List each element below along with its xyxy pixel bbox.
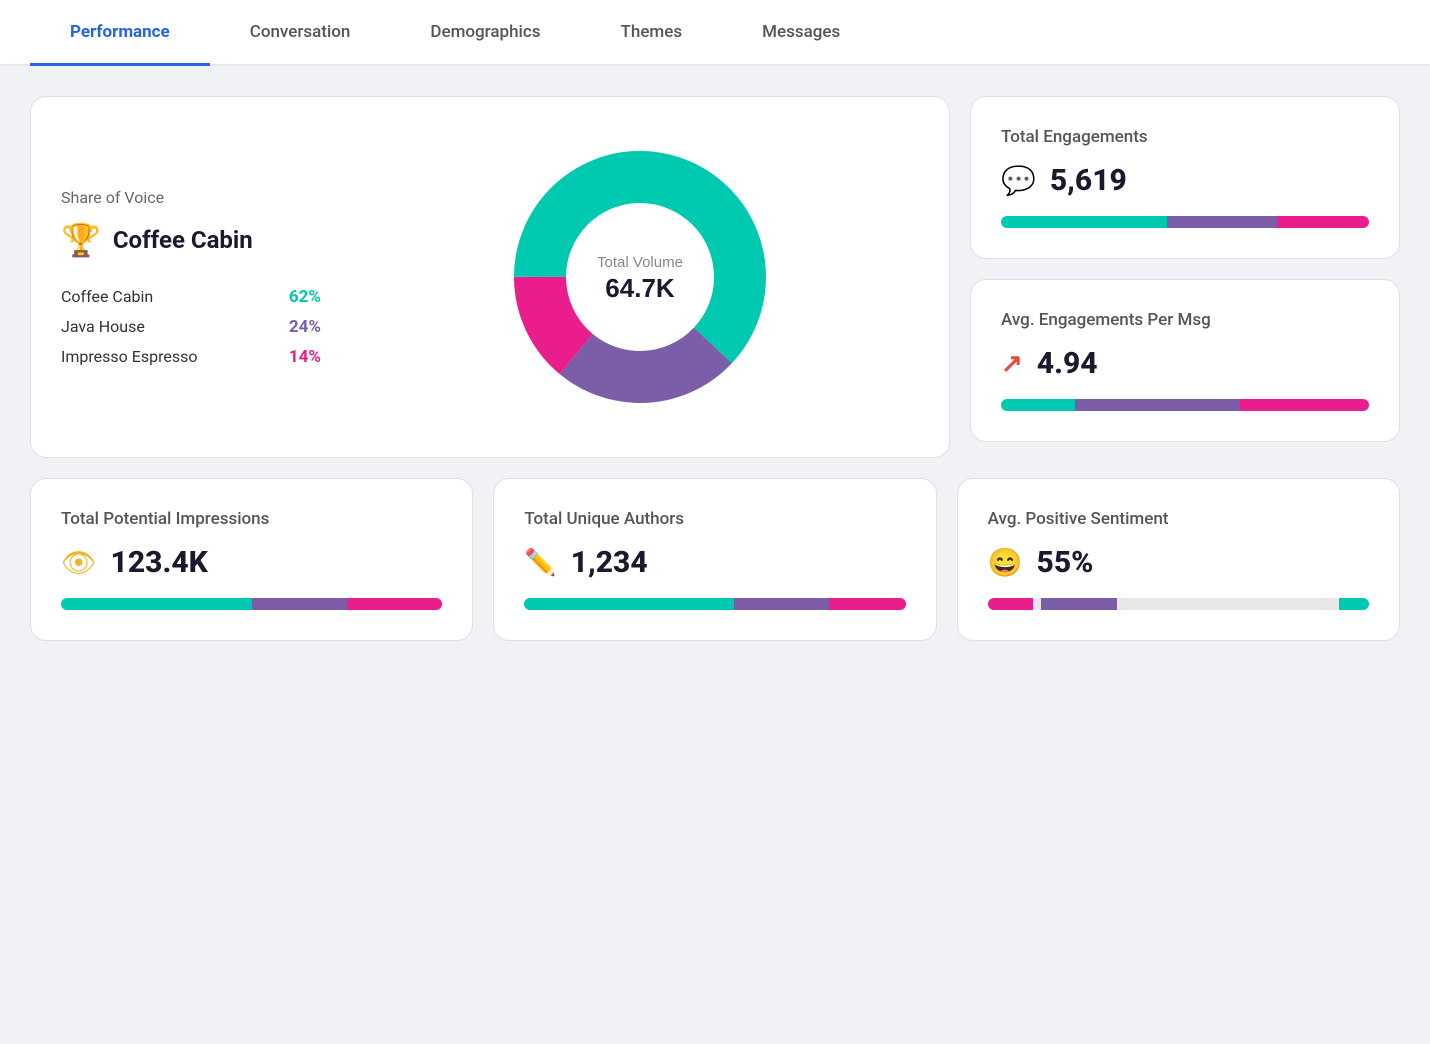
total-authors-bar [524,598,905,610]
list-item: Coffee Cabin 62% [61,287,321,307]
pencil-icon: ✏️ [524,548,556,578]
avg-sentiment-value: 55% [1037,545,1094,580]
sentiment-gap2 [1117,598,1338,610]
bar-seg3 [829,598,905,610]
sov-left-panel: Share of Voice 🏆 Coffee Cabin Coffee Cab… [61,188,321,367]
total-engagements-card: Total Engagements 💬 5,619 [970,96,1400,259]
list-item: Impresso Espresso 14% [61,347,321,367]
smile-icon: 😄 [988,546,1023,579]
tab-messages[interactable]: Messages [722,0,880,66]
bar-seg3 [347,598,442,610]
avg-sentiment-card: Avg. Positive Sentiment 😄 55% [957,478,1400,641]
sov-competitors: Coffee Cabin 62% Java House 24% Impresso… [61,287,321,367]
eye-icon: 👁 [61,546,97,579]
share-of-voice-card: Share of Voice 🏆 Coffee Cabin Coffee Cab… [30,96,950,458]
total-authors-card: Total Unique Authors ✏️ 1,234 [493,478,936,641]
trophy-icon: 🏆 [61,221,101,259]
avg-engagements-value: 4.94 [1037,346,1098,381]
bar-seg2 [1167,216,1277,228]
avg-engagements-metric-row: ↗ 4.94 [1001,346,1369,381]
total-engagements-title: Total Engagements [1001,127,1369,147]
competitor-name-3: Impresso Espresso [61,347,197,366]
avg-sentiment-title: Avg. Positive Sentiment [988,509,1369,529]
sov-label: Share of Voice [61,188,321,207]
total-authors-metric-row: ✏️ 1,234 [524,545,905,580]
bar-seg2 [1075,399,1241,411]
sov-brand-row: 🏆 Coffee Cabin [61,221,321,259]
avg-sentiment-bar [988,598,1369,610]
competitor-pct-1: 62% [289,287,321,307]
competitor-name-1: Coffee Cabin [61,287,153,306]
sentiment-gap1 [1033,598,1041,610]
avg-engagements-card: Avg. Engagements Per Msg ↗ 4.94 [970,279,1400,442]
list-item: Java House 24% [61,317,321,337]
total-engagements-metric-row: 💬 5,619 [1001,163,1369,198]
donut-chart: Total Volume 64.7K [490,127,790,427]
avg-sentiment-metric-row: 😄 55% [988,545,1369,580]
total-authors-title: Total Unique Authors [524,509,905,529]
avg-engagements-title: Avg. Engagements Per Msg [1001,310,1369,330]
bar-seg1 [1001,216,1167,228]
donut-chart-wrapper: Total Volume 64.7K [361,127,919,427]
chat-bubble-icon: 💬 [1001,164,1036,197]
total-impressions-title: Total Potential Impressions [61,509,442,529]
sentiment-neg [988,598,1034,610]
tab-demographics[interactable]: Demographics [390,0,580,66]
bar-seg2 [252,598,347,610]
sov-brand-name: Coffee Cabin [113,226,253,254]
total-authors-value: 1,234 [571,545,648,580]
total-impressions-bar [61,598,442,610]
nav-bar: Performance Conversation Demographics Th… [0,0,1430,66]
competitor-pct-2: 24% [289,317,321,337]
tab-conversation[interactable]: Conversation [210,0,391,66]
bar-seg2 [734,598,829,610]
tab-performance[interactable]: Performance [30,0,210,66]
donut-center-value: 64.7K [605,273,675,303]
arrow-up-icon: ↗ [1001,349,1023,379]
tab-themes[interactable]: Themes [581,0,723,66]
total-engagements-value: 5,619 [1050,163,1127,198]
competitor-pct-3: 14% [289,347,321,367]
sentiment-neu [1041,598,1117,610]
bar-seg1 [1001,399,1075,411]
bar-seg1 [61,598,252,610]
bar-seg1 [524,598,734,610]
competitor-name-2: Java House [61,317,145,336]
total-engagements-bar [1001,216,1369,228]
right-column: Total Engagements 💬 5,619 Avg. Engagemen… [970,96,1400,458]
avg-engagements-bar [1001,399,1369,411]
total-impressions-metric-row: 👁 123.4K [61,545,442,580]
total-impressions-value: 123.4K [111,545,208,580]
main-content: Share of Voice 🏆 Coffee Cabin Coffee Cab… [0,66,1430,671]
total-impressions-card: Total Potential Impressions 👁 123.4K [30,478,473,641]
bar-seg3 [1277,216,1369,228]
sentiment-pos [1339,598,1370,610]
bottom-row: Total Potential Impressions 👁 123.4K Tot… [30,478,1400,641]
bar-seg3 [1240,399,1369,411]
donut-center-label: Total Volume [597,254,683,271]
